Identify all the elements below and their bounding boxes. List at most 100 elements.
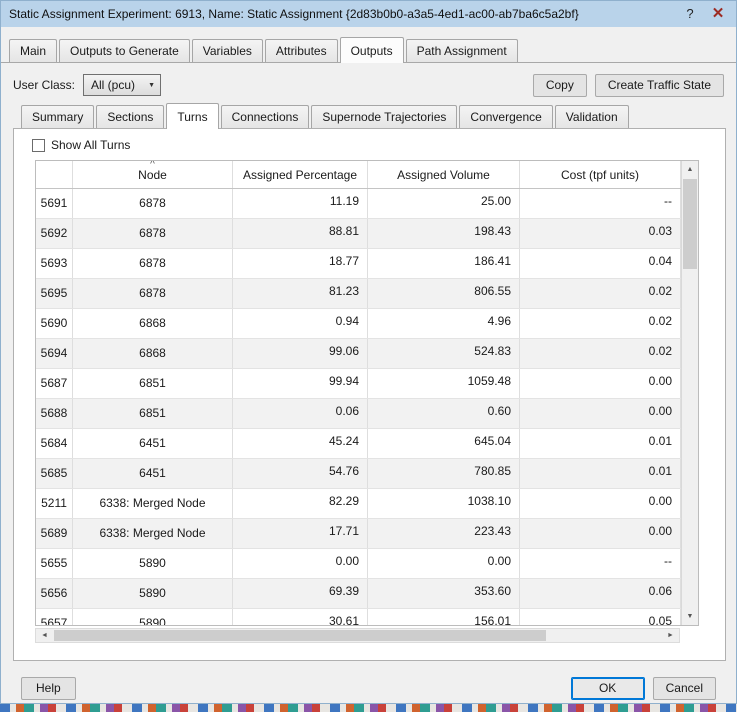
cell-cost[interactable]: --: [520, 549, 681, 578]
subtab-validation[interactable]: Validation: [554, 105, 629, 128]
cell-cost[interactable]: 0.04: [520, 249, 681, 278]
cell-assigned-volume[interactable]: 0.60: [368, 399, 520, 428]
cell-assigned-volume[interactable]: 780.85: [368, 459, 520, 488]
cell-assigned-volume[interactable]: 186.41: [368, 249, 520, 278]
cell-assigned-percentage[interactable]: 82.29: [233, 489, 368, 518]
cell-row-id[interactable]: 5691: [36, 189, 73, 218]
cell-assigned-percentage[interactable]: 69.39: [233, 579, 368, 608]
cell-cost[interactable]: 0.01: [520, 429, 681, 458]
cell-assigned-percentage[interactable]: 99.94: [233, 369, 368, 398]
cell-node[interactable]: 6878: [73, 249, 233, 278]
cell-assigned-percentage[interactable]: 18.77: [233, 249, 368, 278]
cell-row-id[interactable]: 5695: [36, 279, 73, 308]
table-row[interactable]: 5690 6868 0.94 4.96 0.02: [36, 309, 698, 339]
tab-attributes[interactable]: Attributes: [264, 39, 338, 62]
subtab-summary[interactable]: Summary: [21, 105, 95, 128]
cell-assigned-volume[interactable]: 1038.10: [368, 489, 520, 518]
cell-node[interactable]: 6868: [73, 309, 233, 338]
table-row[interactable]: 5691 6878 11.19 25.00 --: [36, 189, 698, 219]
cell-row-id[interactable]: 5693: [36, 249, 73, 278]
cell-assigned-volume[interactable]: 645.04: [368, 429, 520, 458]
cell-assigned-volume[interactable]: 524.83: [368, 339, 520, 368]
cancel-button[interactable]: Cancel: [652, 676, 716, 700]
cell-cost[interactable]: 0.02: [520, 309, 681, 338]
cell-assigned-volume[interactable]: 156.01: [368, 609, 520, 625]
cell-cost[interactable]: --: [520, 189, 681, 218]
vertical-scrollbar[interactable]: ▲ ▼: [681, 161, 698, 625]
cell-assigned-volume[interactable]: 1059.48: [368, 369, 520, 398]
cell-row-id[interactable]: 5656: [36, 579, 73, 608]
cell-row-id[interactable]: 5692: [36, 219, 73, 248]
cell-cost[interactable]: 0.02: [520, 279, 681, 308]
cell-assigned-volume[interactable]: 0.00: [368, 549, 520, 578]
column-header-node[interactable]: ^ Node: [73, 161, 233, 188]
table-row[interactable]: 5685 6451 54.76 780.85 0.01: [36, 459, 698, 489]
subtab-sections[interactable]: Sections: [96, 105, 165, 128]
cell-row-id[interactable]: 5689: [36, 519, 73, 548]
cell-assigned-volume[interactable]: 223.43: [368, 519, 520, 548]
cell-row-id[interactable]: 5685: [36, 459, 73, 488]
cell-node[interactable]: 6851: [73, 399, 233, 428]
cell-node[interactable]: 6451: [73, 429, 233, 458]
cell-node[interactable]: 6338: Merged Node: [73, 519, 233, 548]
cell-row-id[interactable]: 5687: [36, 369, 73, 398]
cell-cost[interactable]: 0.02: [520, 339, 681, 368]
table-row[interactable]: 5693 6878 18.77 186.41 0.04: [36, 249, 698, 279]
cell-cost[interactable]: 0.00: [520, 519, 681, 548]
scroll-left-icon[interactable]: ◄: [36, 629, 53, 642]
table-row[interactable]: 5655 5890 0.00 0.00 --: [36, 549, 698, 579]
cell-assigned-volume[interactable]: 806.55: [368, 279, 520, 308]
tab-main[interactable]: Main: [9, 39, 58, 62]
column-header-blank[interactable]: [36, 161, 73, 188]
show-all-turns-checkbox-row[interactable]: Show All Turns: [32, 138, 130, 152]
table-row[interactable]: 5211 6338: Merged Node 82.29 1038.10 0.00: [36, 489, 698, 519]
show-all-turns-checkbox[interactable]: [32, 138, 45, 152]
create-traffic-state-button[interactable]: Create Traffic State: [594, 73, 724, 97]
cell-assigned-percentage[interactable]: 0.94: [233, 309, 368, 338]
cell-assigned-percentage[interactable]: 45.24: [233, 429, 368, 458]
cell-cost[interactable]: 0.05: [520, 609, 681, 625]
cell-assigned-percentage[interactable]: 54.76: [233, 459, 368, 488]
cell-cost[interactable]: 0.00: [520, 489, 681, 518]
table-row[interactable]: 5694 6868 99.06 524.83 0.02: [36, 339, 698, 369]
cell-assigned-volume[interactable]: 353.60: [368, 579, 520, 608]
table-row[interactable]: 5688 6851 0.06 0.60 0.00: [36, 399, 698, 429]
cell-node[interactable]: 5890: [73, 579, 233, 608]
cell-row-id[interactable]: 5690: [36, 309, 73, 338]
cell-assigned-volume[interactable]: 25.00: [368, 189, 520, 218]
help-icon[interactable]: ?: [676, 1, 704, 27]
cell-assigned-volume[interactable]: 198.43: [368, 219, 520, 248]
cell-node[interactable]: 6878: [73, 279, 233, 308]
cell-row-id[interactable]: 5655: [36, 549, 73, 578]
titlebar[interactable]: Static Assignment Experiment: 6913, Name…: [1, 1, 736, 27]
scroll-right-icon[interactable]: ►: [662, 629, 679, 642]
cell-cost[interactable]: 0.03: [520, 219, 681, 248]
table-row[interactable]: 5695 6878 81.23 806.55 0.02: [36, 279, 698, 309]
horizontal-scroll-thumb[interactable]: [54, 630, 546, 641]
cell-node[interactable]: 6851: [73, 369, 233, 398]
cell-node[interactable]: 6878: [73, 219, 233, 248]
scroll-up-icon[interactable]: ▲: [682, 161, 698, 178]
column-header-cost[interactable]: Cost (tpf units): [520, 161, 681, 188]
cell-assigned-percentage[interactable]: 17.71: [233, 519, 368, 548]
copy-button[interactable]: Copy: [532, 73, 587, 97]
close-icon[interactable]: ✕: [704, 1, 732, 27]
cell-node[interactable]: 5890: [73, 549, 233, 578]
table-row[interactable]: 5687 6851 99.94 1059.48 0.00: [36, 369, 698, 399]
column-header-assigned-percentage[interactable]: Assigned Percentage: [233, 161, 368, 188]
subtab-turns[interactable]: Turns: [166, 103, 219, 129]
cell-cost[interactable]: 0.00: [520, 369, 681, 398]
cell-node[interactable]: 6451: [73, 459, 233, 488]
cell-row-id[interactable]: 5684: [36, 429, 73, 458]
cell-node[interactable]: 6338: Merged Node: [73, 489, 233, 518]
horizontal-scrollbar[interactable]: ◄ ►: [35, 628, 680, 643]
cell-assigned-percentage[interactable]: 0.06: [233, 399, 368, 428]
subtab-convergence[interactable]: Convergence: [459, 105, 553, 128]
cell-assigned-volume[interactable]: 4.96: [368, 309, 520, 338]
cell-cost[interactable]: 0.06: [520, 579, 681, 608]
tab-path-assignment[interactable]: Path Assignment: [405, 39, 518, 62]
scroll-down-icon[interactable]: ▼: [682, 608, 698, 625]
column-header-assigned-volume[interactable]: Assigned Volume: [368, 161, 520, 188]
cell-assigned-percentage[interactable]: 0.00: [233, 549, 368, 578]
cell-cost[interactable]: 0.00: [520, 399, 681, 428]
